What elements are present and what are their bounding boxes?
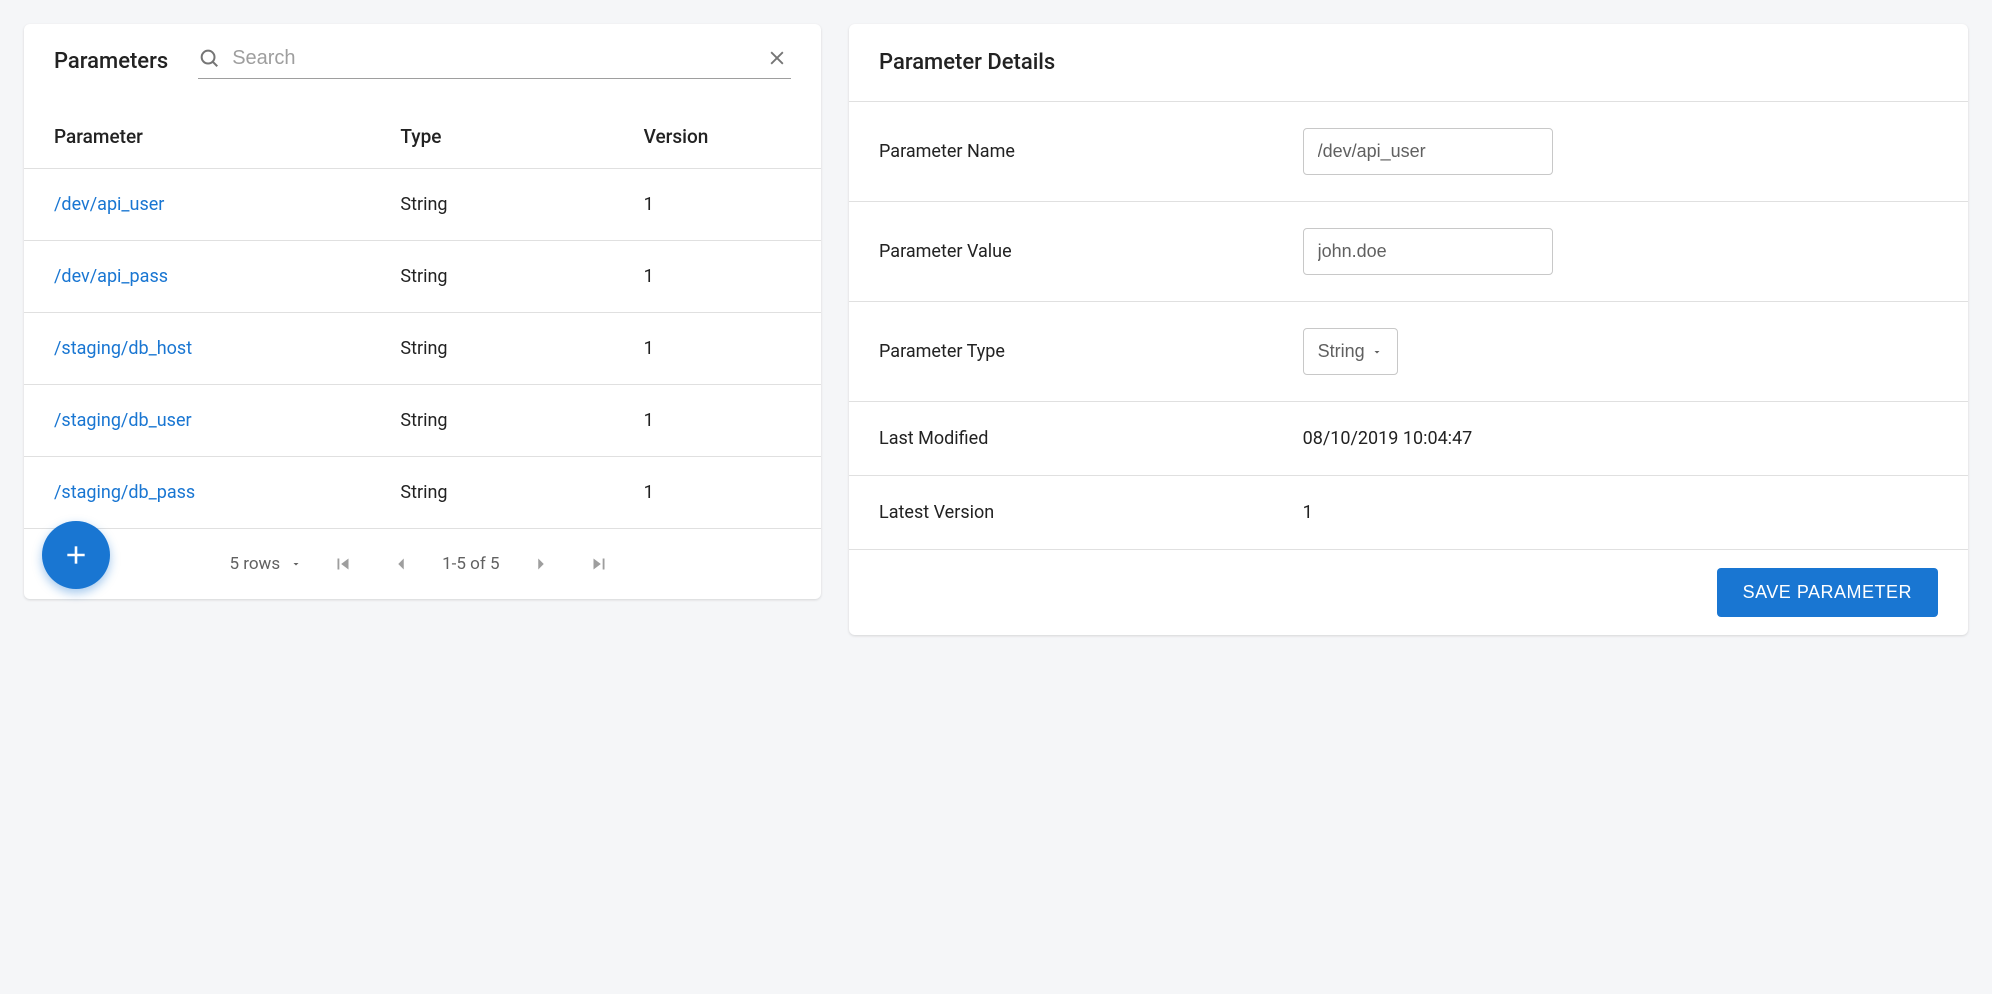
parameter-version: 1	[644, 338, 791, 359]
parameter-details-panel: Parameter Details Parameter Name Paramet…	[849, 24, 1968, 635]
last-page-icon	[588, 553, 610, 575]
next-page-button[interactable]	[524, 547, 558, 581]
parameters-header: Parameters	[24, 24, 821, 79]
search-field[interactable]	[198, 44, 791, 79]
prev-page-button[interactable]	[384, 547, 418, 581]
label-parameter-type: Parameter Type	[879, 341, 1303, 362]
parameter-version: 1	[644, 482, 791, 503]
save-row: SAVE PARAMETER	[849, 550, 1968, 635]
table-footer: 5 rows 1-5 of 5	[24, 529, 821, 599]
parameter-link[interactable]: /dev/api_pass	[54, 266, 168, 287]
detail-row-value: Parameter Value	[849, 202, 1968, 302]
caret-down-icon	[1371, 346, 1383, 358]
parameter-link[interactable]: /staging/db_user	[54, 410, 192, 431]
add-parameter-button[interactable]	[42, 521, 110, 589]
column-header-version: Version	[644, 125, 791, 148]
detail-row-latest-version: Latest Version 1	[849, 476, 1968, 550]
plus-icon	[63, 542, 89, 568]
detail-row-name: Parameter Name	[849, 102, 1968, 202]
table-row[interactable]: /staging/db_user String 1	[24, 385, 821, 457]
last-page-button[interactable]	[582, 547, 616, 581]
parameter-type-value: String	[1318, 341, 1365, 362]
rows-per-page-select[interactable]: 5 rows	[230, 554, 303, 574]
first-page-button[interactable]	[326, 547, 360, 581]
parameter-type: String	[400, 410, 643, 431]
label-last-modified: Last Modified	[879, 428, 1303, 449]
parameter-link[interactable]: /dev/api_user	[54, 194, 164, 215]
label-latest-version: Latest Version	[879, 502, 1303, 523]
parameter-link[interactable]: /staging/db_pass	[54, 482, 195, 503]
table-row[interactable]: /staging/db_host String 1	[24, 313, 821, 385]
parameter-value-input[interactable]	[1303, 228, 1553, 275]
details-title: Parameter Details	[849, 24, 1968, 102]
caret-down-icon	[290, 558, 302, 570]
table-row[interactable]: /dev/api_pass String 1	[24, 241, 821, 313]
clear-search-button[interactable]	[763, 44, 791, 72]
page-range: 1-5 of 5	[442, 554, 499, 574]
column-header-type: Type	[400, 125, 643, 148]
label-parameter-name: Parameter Name	[879, 141, 1303, 162]
rows-per-page-label: 5 rows	[230, 554, 281, 574]
parameter-type: String	[400, 338, 643, 359]
parameter-type: String	[400, 482, 643, 503]
column-header-parameter: Parameter	[54, 125, 400, 148]
search-input[interactable]	[230, 46, 763, 71]
parameter-type: String	[400, 266, 643, 287]
detail-row-last-modified: Last Modified 08/10/2019 10:04:47	[849, 402, 1968, 476]
search-icon	[198, 47, 220, 69]
parameters-title: Parameters	[54, 49, 168, 74]
parameter-version: 1	[644, 266, 791, 287]
parameter-version: 1	[644, 410, 791, 431]
parameter-version: 1	[644, 194, 791, 215]
detail-row-type: Parameter Type String	[849, 302, 1968, 402]
first-page-icon	[332, 553, 354, 575]
parameter-link[interactable]: /staging/db_host	[54, 338, 192, 359]
save-parameter-button[interactable]: SAVE PARAMETER	[1717, 568, 1938, 617]
value-latest-version: 1	[1303, 502, 1938, 523]
chevron-left-icon	[390, 553, 412, 575]
label-parameter-value: Parameter Value	[879, 241, 1303, 262]
parameter-type: String	[400, 194, 643, 215]
parameters-table: Parameter Type Version /dev/api_user Str…	[24, 105, 821, 529]
parameters-panel: Parameters Parameter Type Version	[24, 24, 821, 599]
table-header-row: Parameter Type Version	[24, 105, 821, 169]
close-icon	[767, 48, 787, 68]
table-row[interactable]: /staging/db_pass String 1	[24, 457, 821, 529]
value-last-modified: 08/10/2019 10:04:47	[1303, 428, 1938, 449]
parameter-name-input[interactable]	[1303, 128, 1553, 175]
parameter-type-select[interactable]: String	[1303, 328, 1398, 375]
table-row[interactable]: /dev/api_user String 1	[24, 169, 821, 241]
chevron-right-icon	[530, 553, 552, 575]
